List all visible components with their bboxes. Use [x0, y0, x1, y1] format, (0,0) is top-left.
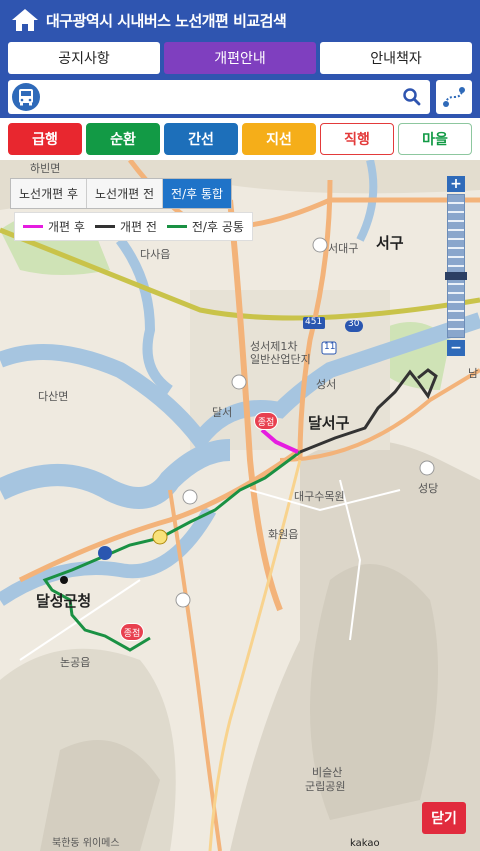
legend-swatch — [166, 225, 187, 228]
type-express-button[interactable]: 급행 — [8, 123, 82, 155]
map-attribution: 북한동 위이메스 — [52, 838, 120, 849]
highway-shield-451: 451 — [305, 317, 323, 327]
map-label-bisulsan-park: 군립공원 — [305, 780, 346, 793]
search-input[interactable] — [41, 82, 402, 112]
highway-shield-30: 30 — [348, 319, 360, 329]
map-view[interactable]: 달성군청 달서구 서구 서대구 다사읍 다산면 화원읍 논공읍 비슬산 군립공원… — [0, 160, 480, 851]
map-label-industrial-2: 일반산업단지 — [250, 353, 311, 366]
map-label-seogu: 서구 — [376, 234, 404, 252]
map-label-dasan: 다산면 — [38, 390, 69, 403]
legend-item-after: 개편 후 — [23, 218, 85, 235]
type-branch-button[interactable]: 지선 — [242, 123, 316, 155]
tab-before-reorg[interactable]: 노선개편 전 — [87, 179, 164, 208]
zoom-slider[interactable] — [447, 194, 465, 338]
close-button[interactable]: 닫기 — [422, 802, 466, 834]
legend-label: 전/후 공통 — [191, 220, 244, 234]
type-trunk-button[interactable]: 간선 — [164, 123, 238, 155]
zoom-in-button[interactable]: + — [447, 176, 465, 192]
map-provider-logo[interactable]: kakao — [350, 838, 380, 849]
route-type-bar: 급행 순환 간선 지선 직행 마을 — [0, 118, 480, 160]
terminal-stop-marker[interactable]: 종점 — [120, 623, 144, 641]
legend-label: 개편 전 — [119, 220, 157, 234]
type-direct-button[interactable]: 직행 — [320, 123, 394, 155]
legend-item-common: 전/후 공통 — [166, 218, 244, 235]
tab-notice[interactable]: 공지사항 — [8, 42, 160, 74]
search-box — [8, 80, 430, 114]
map-label-dasa: 다사읍 — [140, 248, 171, 261]
map-label-seongdang: 성당 — [418, 482, 439, 495]
map-label-dalseo: 달서구 — [308, 414, 350, 432]
tab-reorganization[interactable]: 개편안내 — [164, 42, 316, 74]
legend-item-before: 개편 전 — [94, 218, 157, 235]
app-header: 대구광역시 시내버스 노선개편 비교검색 — [0, 0, 480, 40]
map-label-nongong: 논공읍 — [60, 656, 91, 669]
bus-icon — [12, 83, 40, 111]
type-village-button[interactable]: 마을 — [398, 123, 472, 155]
tab-guidebook[interactable]: 안내책자 — [320, 42, 472, 74]
legend-swatch — [23, 225, 43, 228]
home-icon[interactable] — [10, 7, 40, 33]
route-search-button[interactable] — [436, 80, 472, 114]
map-label-dalseo-road: 달서 — [212, 406, 233, 419]
map-label-hayang: 하빈면 — [30, 162, 61, 175]
legend-swatch — [94, 225, 115, 228]
map-label-hwawon: 화원읍 — [268, 528, 299, 541]
search-icon[interactable] — [402, 87, 422, 107]
map-label-arboretum: 대구수목원 — [294, 490, 345, 503]
tab-combined[interactable]: 전/후 통합 — [163, 179, 232, 208]
map-label-seongseo: 성서 — [316, 378, 337, 391]
map-label-nam: 남 — [468, 367, 479, 380]
zoom-control: + − — [445, 176, 467, 356]
highway-shield-11: 11 — [324, 342, 336, 352]
legend-label: 개편 후 — [48, 220, 85, 234]
route-icon — [443, 87, 465, 107]
map-view-tabs: 노선개편 후 노선개편 전 전/후 통합 — [10, 178, 233, 209]
route-legend: 개편 후 개편 전 전/후 공통 — [14, 212, 253, 241]
type-circular-button[interactable]: 순환 — [86, 123, 160, 155]
terminal-stop-marker[interactable]: 종점 — [254, 412, 278, 430]
zoom-slider-handle[interactable] — [445, 272, 467, 280]
tab-after-reorg[interactable]: 노선개편 후 — [11, 179, 88, 208]
page-title: 대구광역시 시내버스 노선개편 비교검색 — [46, 11, 287, 30]
map-label-seodaegu: 서대구 — [328, 242, 359, 255]
map-label-dalseong: 달성군청 — [36, 592, 92, 610]
map-base — [0, 160, 480, 851]
search-row — [8, 80, 472, 114]
zoom-out-button[interactable]: − — [447, 340, 465, 356]
main-tabs: 공지사항 개편안내 안내책자 — [8, 42, 472, 74]
